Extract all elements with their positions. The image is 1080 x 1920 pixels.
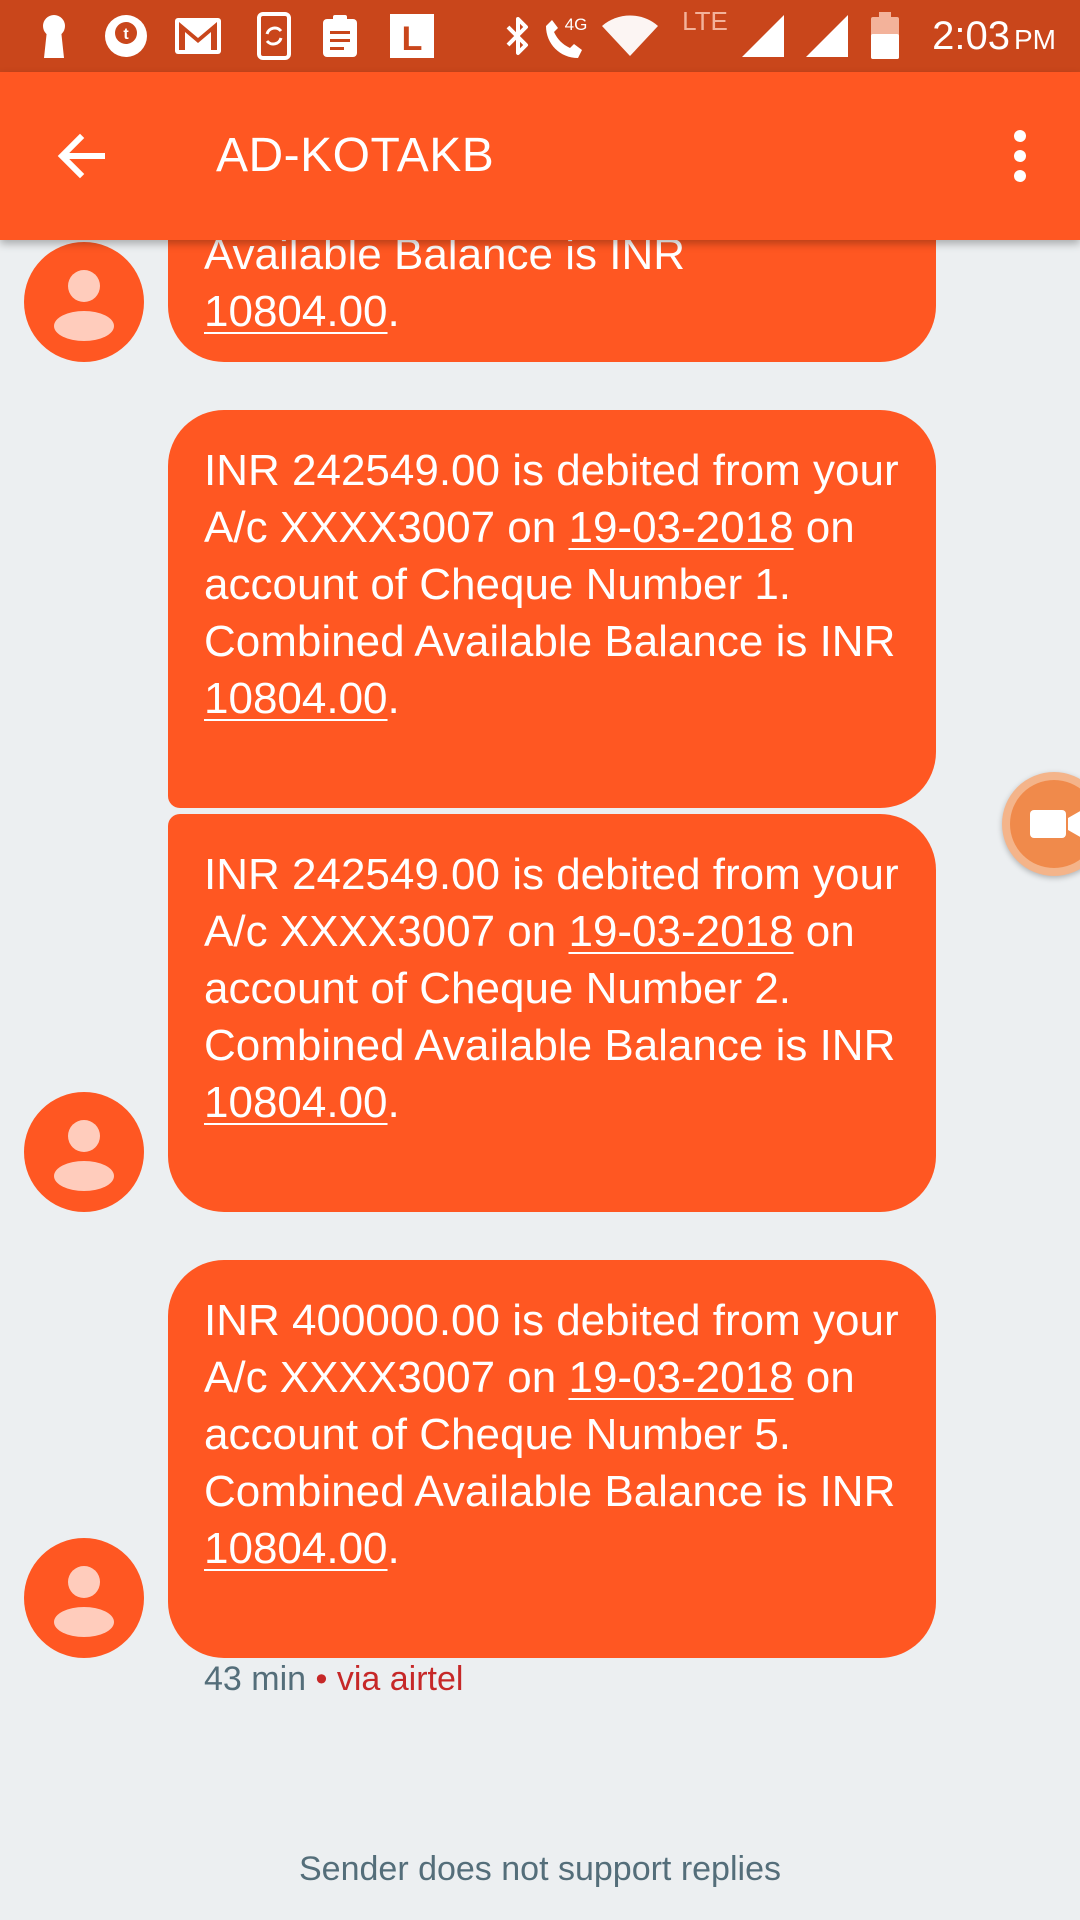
conversation-view: Available Balance is INR 10804.00. INR 2… — [0, 0, 1080, 1920]
phone-sync-icon — [254, 12, 294, 60]
clipboard-icon — [320, 12, 360, 60]
message-meta: 43 min • via airtel — [204, 1660, 463, 1699]
person-icon — [54, 270, 114, 341]
app-bar: AD-KOTAKB — [0, 72, 1080, 240]
message-bubble[interactable]: INR 242549.00 is debited from your A/c X… — [168, 410, 936, 808]
balance-link[interactable]: 10804.00 — [204, 1078, 388, 1127]
l-app-icon: L — [388, 12, 436, 60]
message-bubble[interactable]: INR 242549.00 is debited from your A/c X… — [168, 814, 936, 1212]
video-call-button-inner — [1010, 780, 1080, 868]
message-text: . — [387, 287, 400, 336]
message-text: . — [387, 1078, 400, 1127]
message-bubble[interactable]: INR 400000.00 is debited from your A/c X… — [168, 1260, 936, 1658]
sender-avatar[interactable] — [24, 242, 144, 362]
gmail-icon — [172, 12, 224, 60]
lte-label: LTE — [670, 6, 740, 36]
video-camera-icon — [1030, 810, 1080, 838]
network-lte-label: LTE — [682, 5, 728, 36]
status-bar: t L 4G LTE 2:03 PM — [0, 0, 1080, 72]
status-time: 2:03 PM — [932, 10, 1056, 62]
balance-link[interactable]: 10804.00 — [204, 1524, 388, 1573]
volte-call-icon: 4G — [540, 12, 596, 60]
battery-icon — [868, 12, 902, 60]
signal-icon — [802, 12, 852, 60]
person-icon — [54, 1566, 114, 1637]
bluetooth-icon — [502, 12, 534, 60]
clock-ampm: PM — [1014, 24, 1056, 55]
message-text: . — [387, 674, 400, 723]
sender-avatar[interactable] — [24, 1538, 144, 1658]
more-vert-icon — [1014, 130, 1026, 182]
timestamp: 43 min — [204, 1660, 307, 1698]
meta-separator: • — [306, 1660, 337, 1698]
tata-app-icon: t — [102, 12, 150, 60]
balance-link[interactable]: 10804.00 — [204, 674, 388, 723]
arrow-back-icon — [57, 133, 105, 179]
signal-icon — [738, 12, 788, 60]
message-text: . — [387, 1524, 400, 1573]
balance-link[interactable]: 10804.00 — [204, 287, 388, 336]
sender-avatar[interactable] — [24, 1092, 144, 1212]
clock-time: 2:03 — [932, 14, 1010, 58]
keyhole-icon — [34, 12, 74, 60]
carrier-label: via airtel — [336, 1660, 464, 1698]
svg-text:t: t — [123, 26, 129, 43]
overflow-menu-button[interactable] — [1000, 126, 1040, 186]
replies-unsupported-note: Sender does not support replies — [299, 1850, 781, 1888]
back-button[interactable] — [50, 124, 114, 188]
date-link[interactable]: 19-03-2018 — [568, 1353, 793, 1402]
person-icon — [54, 1120, 114, 1191]
date-link[interactable]: 19-03-2018 — [568, 503, 793, 552]
date-link[interactable]: 19-03-2018 — [568, 907, 793, 956]
wifi-icon — [600, 12, 660, 60]
conversation-title: AD-KOTAKB — [216, 129, 495, 182]
video-call-button[interactable] — [1002, 772, 1080, 876]
network-4g-label: 4G — [565, 15, 588, 34]
svg-text:L: L — [402, 20, 423, 58]
